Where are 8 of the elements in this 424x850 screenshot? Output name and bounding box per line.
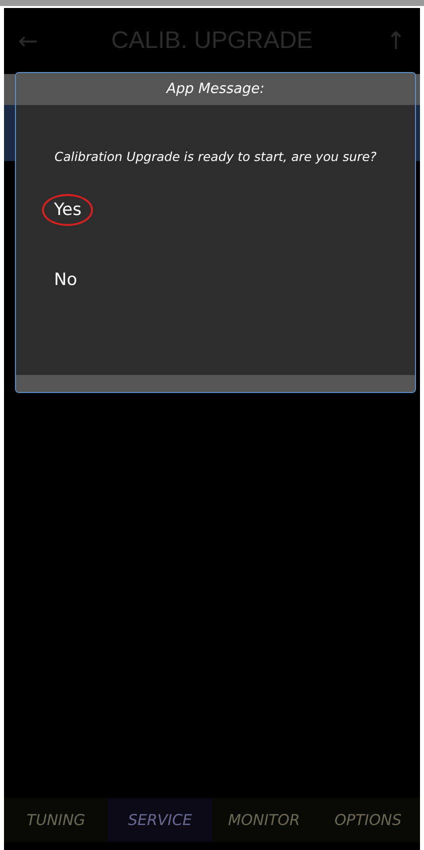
nav-tab[interactable]: TUNING [4,798,108,842]
nav-tab[interactable]: SERVICE [108,798,212,842]
dialog-title: App Message: [16,73,415,105]
dialog-message: Calibration Upgrade is ready to start, are you sure? [53,149,378,164]
nav-tab[interactable]: MONITOR [212,798,316,842]
nav-tab[interactable]: OPTIONS [316,798,420,842]
dialog-option[interactable]: Yes [42,194,94,226]
dialog-option[interactable]: No [42,264,90,296]
